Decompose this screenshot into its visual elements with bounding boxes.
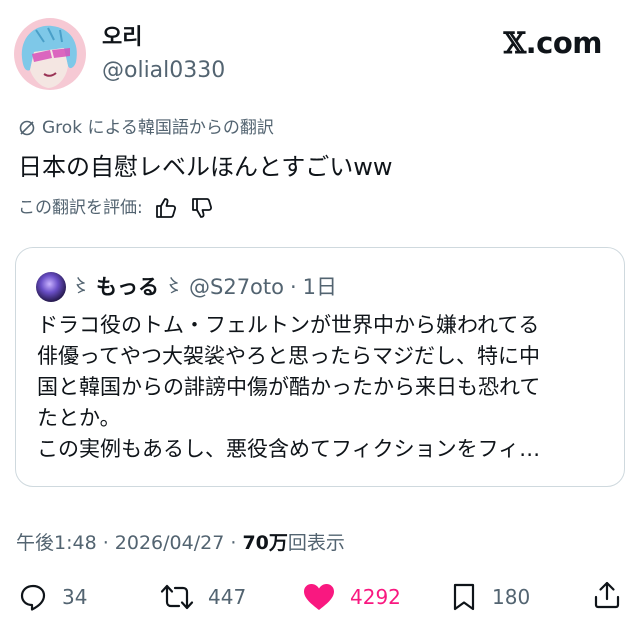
- reply-icon: [20, 584, 46, 611]
- quoted-tweet-text: ドラコ役のトム・フェルトンが世界中から嫌われてる 俳優ってやつ大袈裟やろと思った…: [37, 310, 607, 465]
- quoted-text-line: ドラコ役のトム・フェルトンが世界中から嫌われてる: [37, 313, 540, 337]
- translation-note: Grok による韓国語からの翻訳: [18, 117, 274, 139]
- quoted-author-name: もっる: [96, 275, 159, 299]
- repost-count: 447: [208, 585, 247, 609]
- x-glyph: 𝕏: [503, 26, 527, 60]
- reply-button[interactable]: 34: [18, 580, 87, 614]
- rate-translation-label: この翻訳を評価:: [18, 198, 143, 218]
- translation-note-text: Grok による韓国語からの翻訳: [42, 118, 274, 138]
- repost-icon: [160, 584, 194, 610]
- avatar-illustration: [14, 18, 86, 90]
- share-button[interactable]: [592, 580, 622, 610]
- views-count: 70万: [242, 532, 288, 554]
- quoted-author-avatar: [36, 272, 66, 302]
- bookmark-icon: [453, 583, 475, 611]
- reply-count: 34: [62, 585, 88, 609]
- x-logo[interactable]: 𝕏.com: [503, 26, 603, 60]
- post-date[interactable]: 2026/04/27: [115, 532, 225, 554]
- meta-separator: ·: [224, 532, 243, 554]
- repost-button[interactable]: 447: [160, 580, 246, 614]
- bookmark-count: 180: [492, 585, 531, 609]
- bookmark-button[interactable]: 180: [450, 580, 530, 614]
- tweet-text: 日本の自慰レベルほんとすごいww: [18, 153, 393, 181]
- meta-separator: ·: [96, 532, 115, 554]
- views-label: 回表示: [287, 532, 345, 554]
- quoted-time: 1日: [302, 275, 338, 299]
- like-count: 4292: [350, 585, 401, 609]
- thumbs-down-icon[interactable]: [189, 195, 215, 221]
- brand-suffix: .com: [525, 26, 603, 60]
- quoted-tweet[interactable]: 〻 もっる 〻 @S27oto · 1日 ドラコ役のトム・フェルトンが世界中から…: [15, 247, 625, 487]
- action-bar: 34 447 4292 180: [0, 580, 640, 614]
- author-display-name[interactable]: 오리: [102, 24, 142, 52]
- tweet-meta: 午後1:48 · 2026/04/27 · 70万回表示: [16, 530, 345, 556]
- like-button[interactable]: 4292: [302, 580, 401, 614]
- share-icon: [594, 581, 620, 609]
- rate-translation: この翻訳を評価:: [18, 195, 215, 221]
- quoted-author-handle: @S27oto: [189, 275, 284, 299]
- heart-icon: [304, 584, 334, 610]
- quoted-separator: ·: [289, 275, 297, 299]
- author-handle[interactable]: @olial0330: [102, 57, 225, 85]
- thumbs-up-icon[interactable]: [153, 195, 179, 221]
- quoted-text-line: 国と韓国からの誹謗中傷が酷かったから来日も恐れて: [37, 375, 541, 399]
- quoted-tweet-header: 〻 もっる 〻 @S27oto · 1日: [36, 272, 337, 302]
- avatar[interactable]: [14, 18, 86, 90]
- quoted-text-line: たとか。: [37, 406, 121, 430]
- name-decoration-left: 〻: [72, 276, 90, 297]
- grok-icon: [19, 120, 35, 136]
- post-time[interactable]: 午後1:48: [16, 532, 97, 554]
- name-decoration-right: 〻: [165, 276, 183, 297]
- quoted-text-line: この実例もあるし、悪役含めてフィクションをフィ…: [37, 437, 541, 461]
- quoted-text-line: 俳優ってやつ大袈裟やろと思ったらマジだし、特に中: [37, 344, 540, 368]
